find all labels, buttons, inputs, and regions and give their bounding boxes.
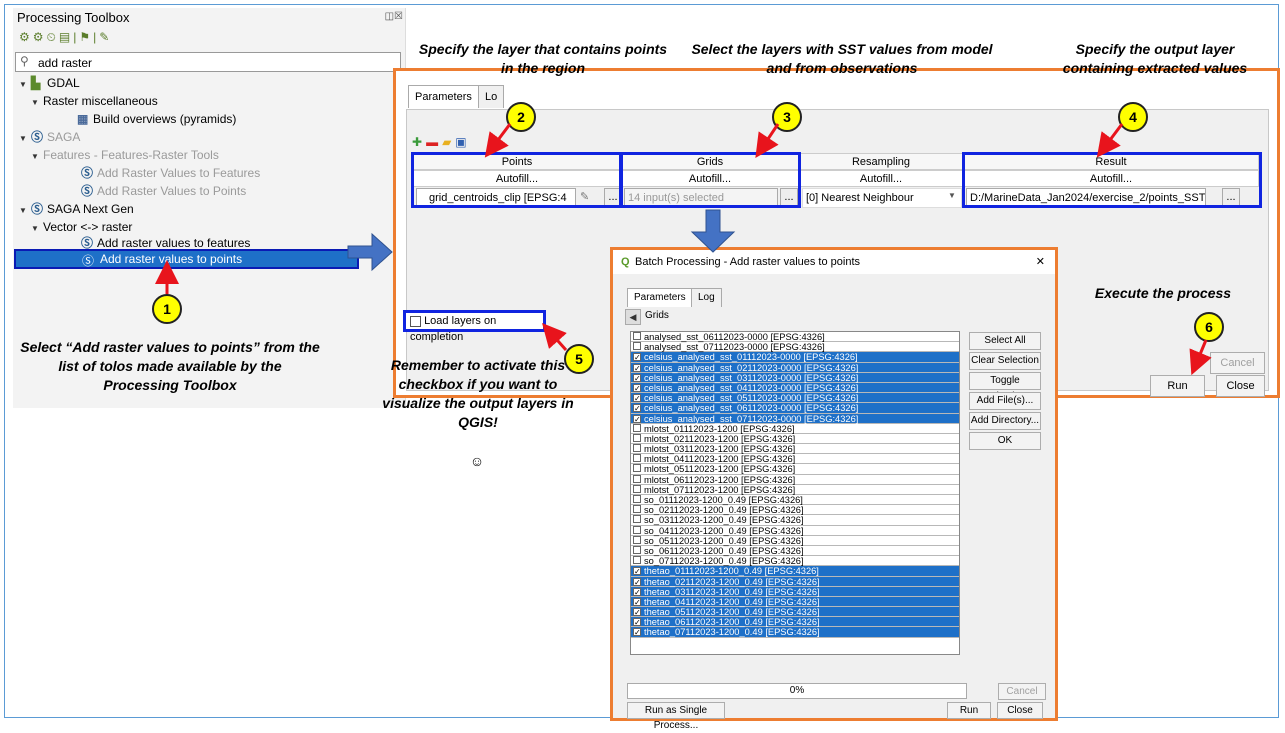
blue-block-arrow-right <box>347 232 393 272</box>
red-arrow-2 <box>484 123 512 158</box>
red-arrow-6 <box>1189 339 1212 376</box>
red-arrow-3 <box>755 123 780 158</box>
annotation-arrows <box>155 123 1212 376</box>
red-arrow-4 <box>1096 123 1124 158</box>
red-arrow-5 <box>542 323 568 351</box>
blue-block-arrow-down <box>690 209 736 253</box>
